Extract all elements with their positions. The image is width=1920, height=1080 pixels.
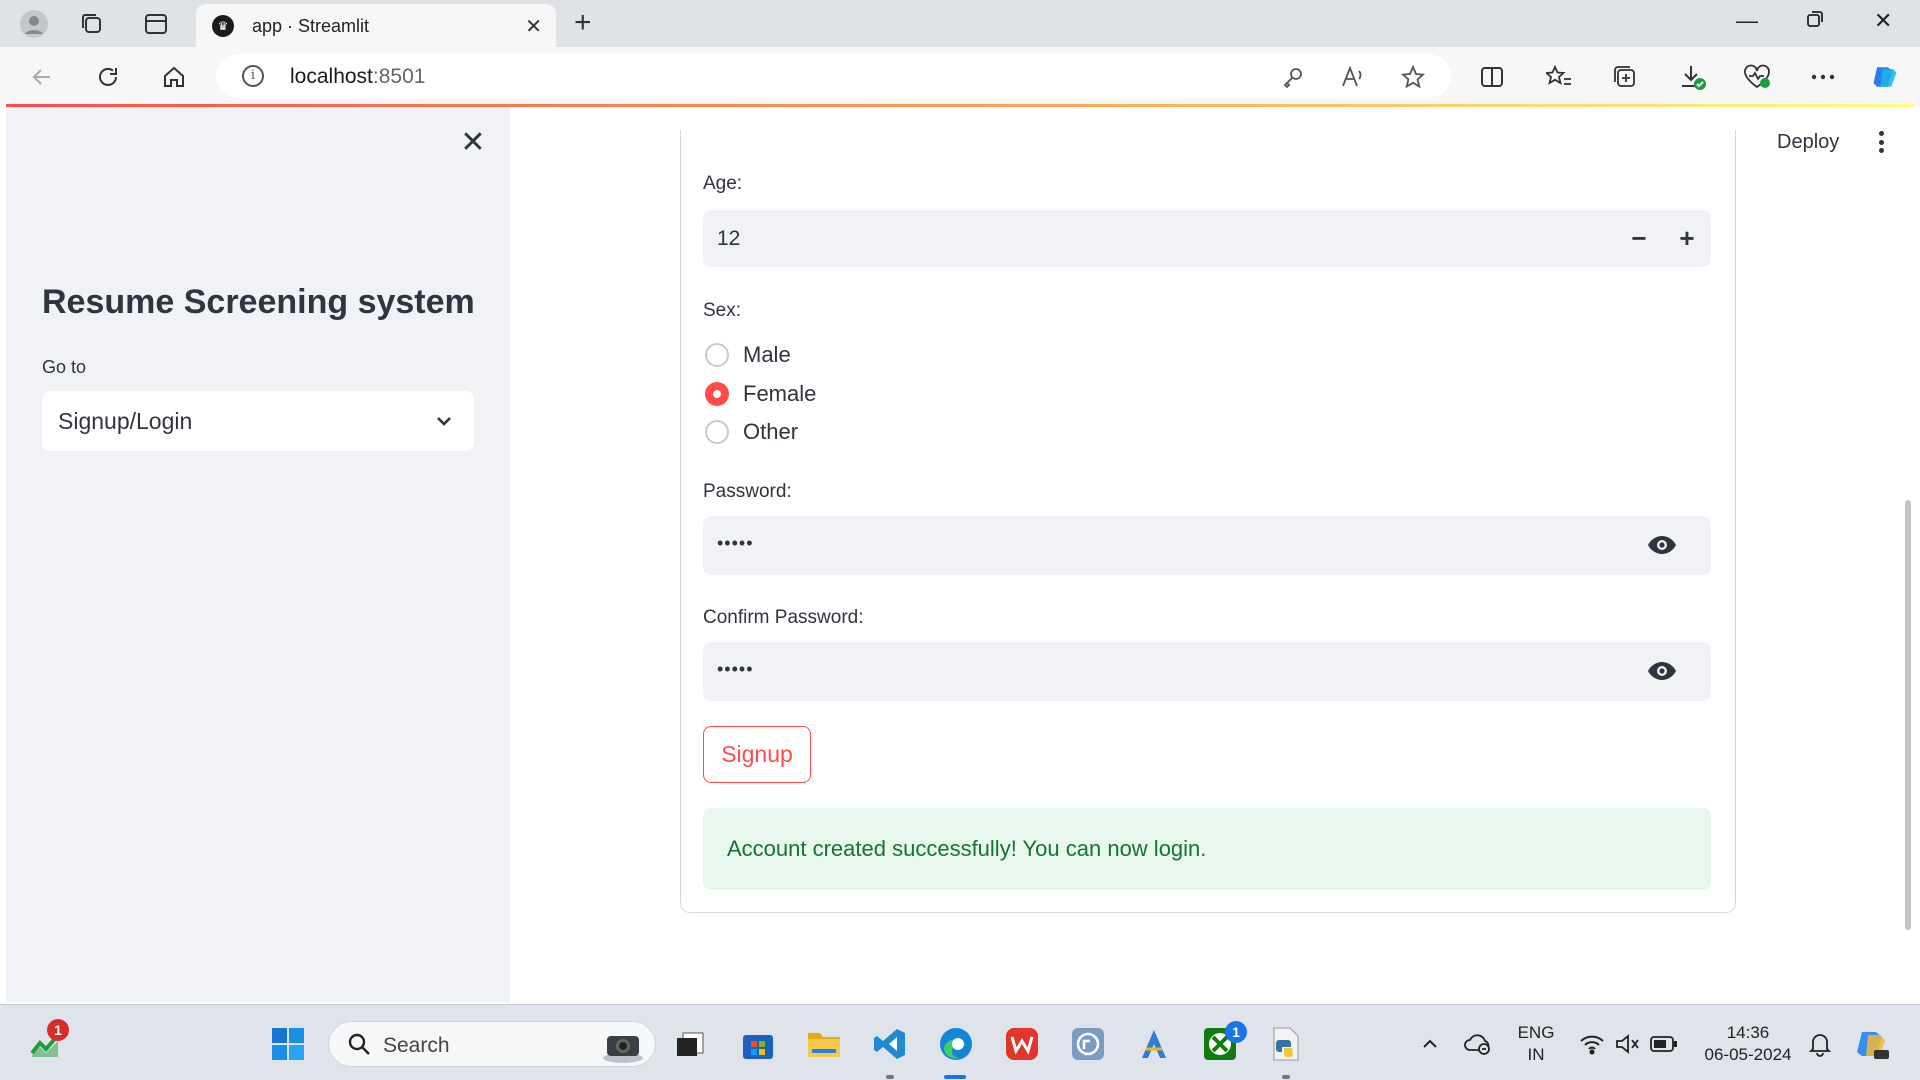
task-view-icon[interactable] bbox=[670, 1024, 710, 1064]
workspaces-icon[interactable] bbox=[76, 8, 108, 40]
camera-icon bbox=[601, 1026, 645, 1064]
tab-title: app · Streamlit bbox=[252, 16, 370, 36]
new-tab-button[interactable]: + bbox=[574, 8, 592, 38]
search-icon bbox=[347, 1032, 371, 1061]
split-screen-icon[interactable] bbox=[1477, 62, 1507, 92]
vscode-icon[interactable] bbox=[870, 1024, 910, 1064]
battery-icon[interactable] bbox=[1644, 1024, 1684, 1064]
address-bar-row: i localhost:8501 bbox=[0, 47, 1920, 106]
more-options-icon[interactable] bbox=[1808, 62, 1838, 92]
favorite-star-icon[interactable] bbox=[1400, 64, 1426, 90]
sidebar: ✕ Resume Screening system Go to Signup/L… bbox=[6, 107, 510, 1002]
browser-essentials-icon[interactable] bbox=[1742, 62, 1772, 92]
url-bar[interactable]: i localhost:8501 bbox=[216, 54, 1451, 98]
running-indicator bbox=[886, 1075, 894, 1079]
file-explorer-icon[interactable] bbox=[804, 1024, 844, 1064]
page-scrollbar[interactable] bbox=[1905, 500, 1911, 930]
windows-taskbar: 1 Search 1 ENG IN 14:36 06-05-2024 bbox=[0, 1004, 1920, 1080]
signup-button[interactable]: Signup bbox=[703, 726, 811, 783]
microsoft-store-icon[interactable] bbox=[738, 1024, 778, 1064]
language-indicator[interactable]: ENG IN bbox=[1508, 1022, 1564, 1066]
wps-office-icon[interactable] bbox=[1002, 1024, 1042, 1064]
clock[interactable]: 14:36 06-05-2024 bbox=[1692, 1022, 1804, 1066]
chevron-down-icon bbox=[434, 411, 454, 436]
home-icon[interactable] bbox=[158, 61, 190, 93]
confirm-password-label: Confirm Password: bbox=[703, 607, 864, 628]
key-icon[interactable] bbox=[1280, 64, 1306, 90]
profile-icon[interactable] bbox=[18, 8, 50, 40]
password-label: Password: bbox=[703, 481, 792, 502]
eye-icon[interactable] bbox=[1647, 660, 1677, 687]
radio-label: Other bbox=[743, 419, 799, 444]
confirm-password-field[interactable]: ••••• bbox=[703, 642, 1711, 701]
sidebar-title: Resume Screening system bbox=[42, 283, 475, 321]
deploy-button[interactable]: Deploy bbox=[1777, 131, 1839, 154]
site-info-icon[interactable]: i bbox=[242, 65, 264, 87]
nav-select[interactable]: Signup/Login bbox=[42, 391, 474, 451]
eye-icon[interactable] bbox=[1647, 534, 1677, 561]
taskbar-search[interactable]: Search bbox=[328, 1021, 656, 1067]
collections-icon[interactable] bbox=[1610, 62, 1640, 92]
active-app-indicator bbox=[944, 1075, 966, 1079]
increment-button[interactable]: + bbox=[1671, 222, 1703, 254]
password-field[interactable]: ••••• bbox=[703, 516, 1711, 575]
url-text[interactable]: localhost:8501 bbox=[290, 65, 425, 89]
wifi-icon[interactable] bbox=[1572, 1024, 1612, 1064]
success-alert: Account created successfully! You can no… bbox=[703, 808, 1711, 890]
start-windows-icon[interactable] bbox=[268, 1024, 308, 1064]
app-icon-a[interactable] bbox=[1134, 1024, 1174, 1064]
success-message: Account created successfully! You can no… bbox=[727, 836, 1207, 861]
volume-muted-icon[interactable] bbox=[1608, 1024, 1648, 1064]
nav-select-value: Signup/Login bbox=[58, 408, 193, 434]
restore-icon[interactable] bbox=[1806, 8, 1824, 34]
nav-select-label: Go to bbox=[42, 357, 87, 377]
radio-circle[interactable] bbox=[705, 343, 729, 367]
favorites-icon[interactable] bbox=[1544, 62, 1574, 92]
confirm-password-value[interactable]: ••••• bbox=[717, 659, 754, 680]
age-label: Age: bbox=[703, 173, 743, 194]
radio-other[interactable]: Other bbox=[705, 419, 798, 445]
age-value[interactable]: 12 bbox=[717, 227, 740, 251]
copilot-icon[interactable] bbox=[1870, 62, 1900, 92]
tab-close-icon[interactable]: ✕ bbox=[525, 14, 542, 39]
sex-label: Sex: bbox=[703, 300, 742, 321]
radio-circle[interactable] bbox=[705, 420, 729, 444]
radio-circle-selected[interactable] bbox=[705, 382, 729, 406]
vertical-tabs-icon[interactable] bbox=[140, 8, 172, 40]
xbox-badge: 1 bbox=[1225, 1021, 1247, 1043]
clock-time: 14:36 bbox=[1726, 1023, 1770, 1042]
search-placeholder: Search bbox=[383, 1034, 450, 1057]
decrement-button[interactable]: − bbox=[1623, 222, 1655, 254]
radio-male[interactable]: Male bbox=[705, 342, 791, 368]
minimize-icon[interactable]: — bbox=[1736, 8, 1758, 34]
downloads-icon[interactable] bbox=[1678, 62, 1708, 92]
browser-tab-active[interactable]: ♛ app · Streamlit ✕ bbox=[196, 4, 556, 47]
refresh-icon[interactable] bbox=[92, 61, 124, 93]
read-aloud-icon[interactable] bbox=[1340, 64, 1366, 90]
notification-bell-icon[interactable] bbox=[1800, 1024, 1840, 1064]
sidebar-close-icon[interactable]: ✕ bbox=[458, 128, 488, 159]
edge-browser-icon[interactable] bbox=[936, 1024, 976, 1064]
age-number-input[interactable]: 12 − + bbox=[703, 210, 1711, 267]
remote-app-icon[interactable] bbox=[1068, 1024, 1108, 1064]
streamlit-favicon: ♛ bbox=[212, 15, 234, 37]
onedrive-icon[interactable] bbox=[1458, 1024, 1498, 1064]
radio-label: Male bbox=[743, 342, 791, 367]
clock-date: 06-05-2024 bbox=[1704, 1045, 1792, 1064]
back-icon[interactable] bbox=[26, 61, 58, 93]
main-menu-icon[interactable] bbox=[1873, 128, 1889, 156]
password-value[interactable]: ••••• bbox=[717, 533, 754, 554]
window-close-icon[interactable]: ✕ bbox=[1874, 8, 1892, 34]
browser-tab-bar: ♛ app · Streamlit ✕ + — ✕ bbox=[0, 0, 1920, 47]
running-indicator bbox=[1282, 1075, 1290, 1079]
stocks-badge: 1 bbox=[47, 1019, 69, 1041]
python-file-icon[interactable] bbox=[1266, 1024, 1306, 1064]
radio-label: Female bbox=[743, 381, 817, 406]
copilot-taskbar-icon[interactable] bbox=[1852, 1024, 1892, 1064]
radio-female[interactable]: Female bbox=[705, 381, 816, 407]
chevron-up-icon[interactable] bbox=[1410, 1024, 1450, 1064]
